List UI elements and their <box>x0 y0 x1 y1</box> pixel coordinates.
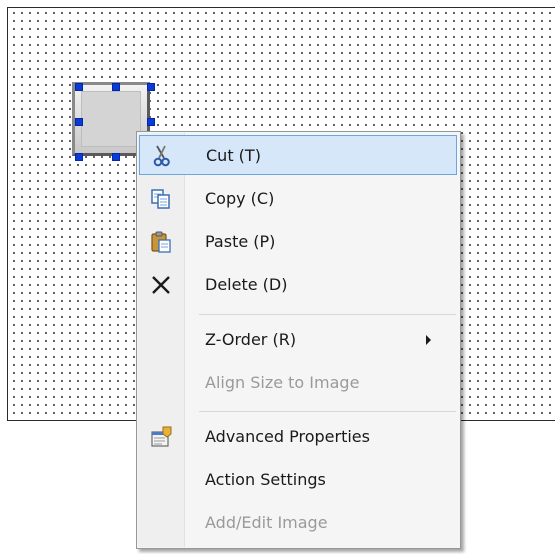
menu-item-cut[interactable]: Cut (T) <box>139 135 457 175</box>
resize-handle-bottom-left[interactable] <box>75 153 83 161</box>
menu-item-advanced-properties-label: Advanced Properties <box>205 427 370 446</box>
menu-item-action-settings[interactable]: Action Settings <box>139 460 457 500</box>
menu-item-copy[interactable]: Copy (C) <box>139 179 457 219</box>
scissors-icon <box>153 145 170 167</box>
menu-item-delete[interactable]: Delete (D) <box>139 265 457 305</box>
menu-item-cut-label: Cut (T) <box>206 146 261 165</box>
properties-icon <box>151 426 172 447</box>
menu-item-z-order-label: Z-Order (R) <box>205 330 297 349</box>
paste-icon <box>151 231 171 253</box>
menu-item-delete-label: Delete (D) <box>205 275 288 294</box>
context-menu: Cut (T) Copy (C) Paste (P) Delete (D) Z-… <box>136 131 461 549</box>
menu-item-add-edit-image: Add/Edit Image <box>139 503 457 543</box>
menu-item-action-settings-label: Action Settings <box>205 470 326 489</box>
resize-handle-right[interactable] <box>147 118 155 126</box>
menu-item-align-size-label: Align Size to Image <box>205 373 360 392</box>
menu-item-paste-label: Paste (P) <box>205 232 276 251</box>
resize-handle-top[interactable] <box>112 83 120 91</box>
menu-item-add-edit-image-label: Add/Edit Image <box>205 513 328 532</box>
menu-item-advanced-properties[interactable]: Advanced Properties <box>139 417 457 457</box>
menu-separator <box>199 411 456 412</box>
menu-item-copy-label: Copy (C) <box>205 189 275 208</box>
copy-icon <box>151 189 170 209</box>
delete-x-icon <box>152 276 170 294</box>
menu-item-z-order[interactable]: Z-Order (R) <box>139 320 457 360</box>
menu-separator <box>199 314 456 315</box>
selected-control-face <box>81 91 141 147</box>
submenu-arrow-icon <box>426 335 431 345</box>
resize-handle-top-left[interactable] <box>75 83 83 91</box>
resize-handle-top-right[interactable] <box>147 83 155 91</box>
menu-item-paste[interactable]: Paste (P) <box>139 222 457 262</box>
resize-handle-left[interactable] <box>75 118 83 126</box>
menu-item-align-size-to-image: Align Size to Image <box>139 363 457 403</box>
resize-handle-bottom[interactable] <box>112 153 120 161</box>
